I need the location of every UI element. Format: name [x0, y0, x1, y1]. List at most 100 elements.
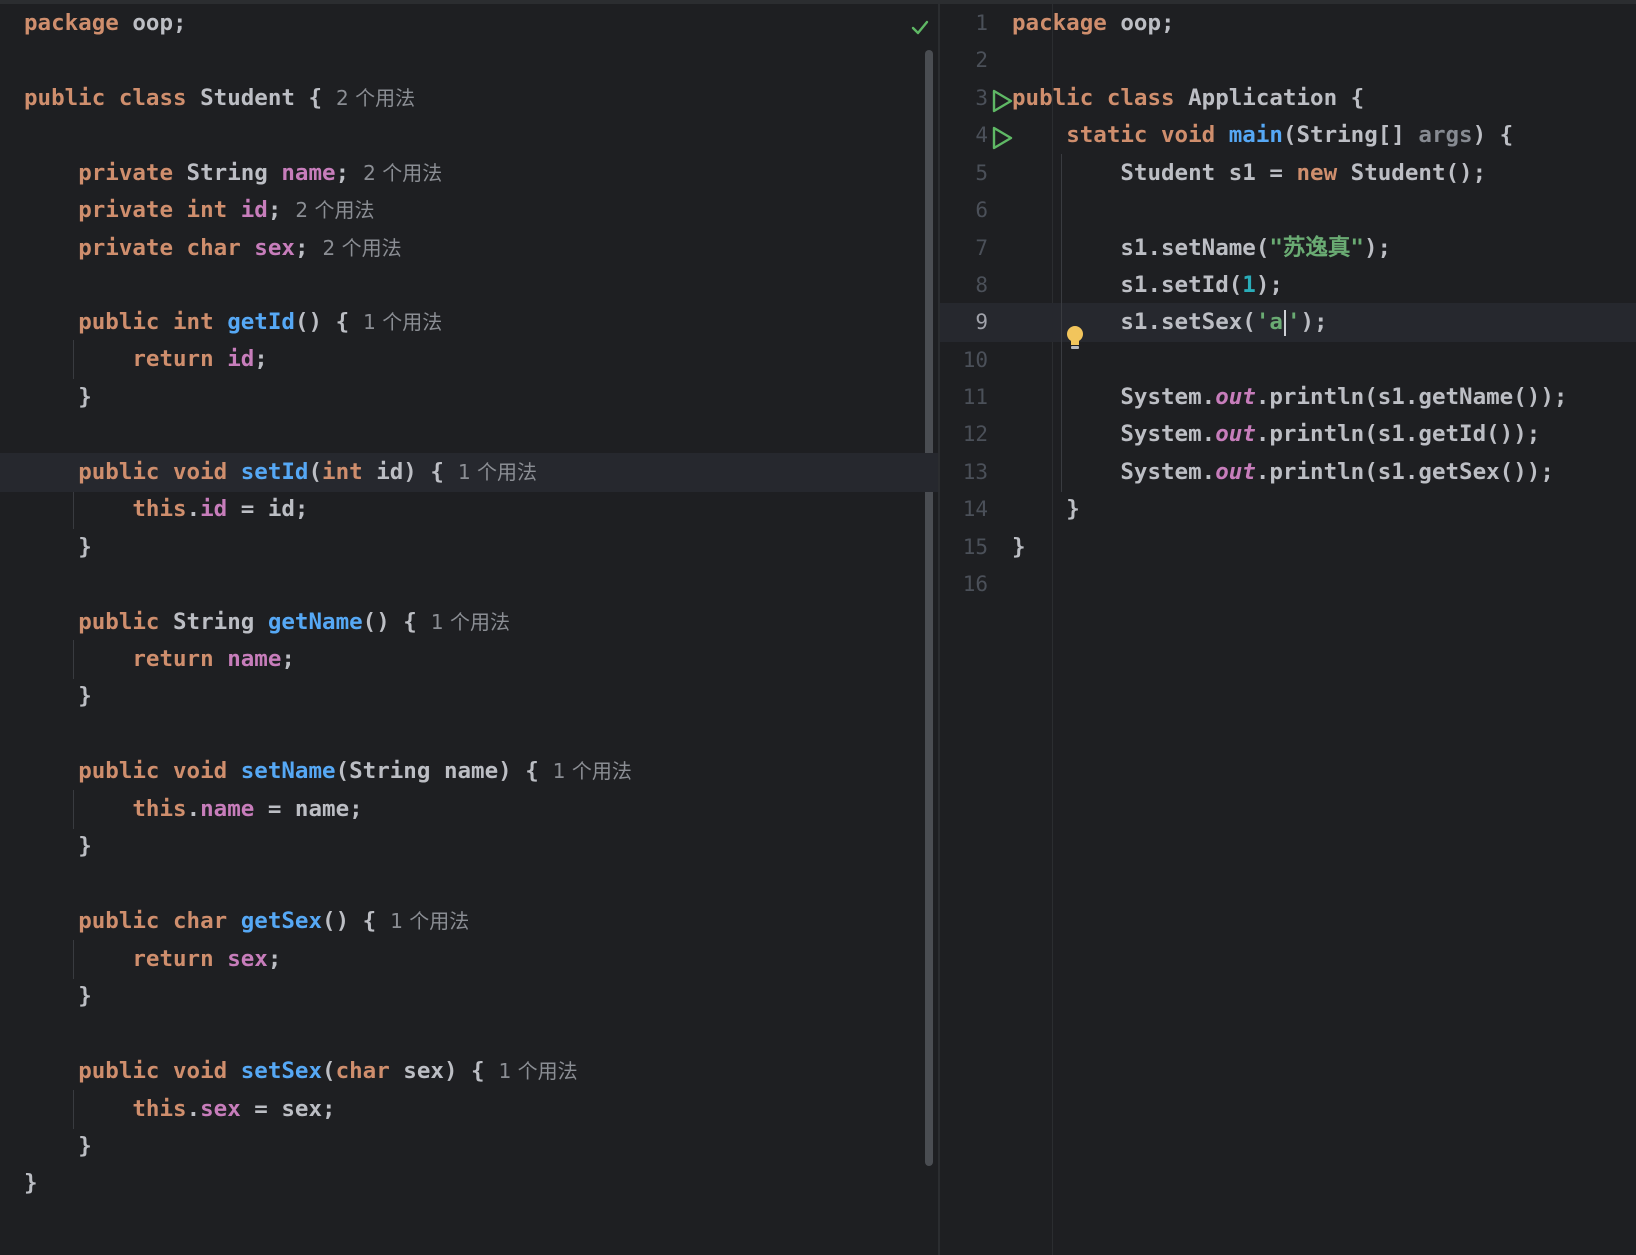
code-text: id) {	[362, 459, 444, 485]
field: name	[281, 160, 336, 186]
code-text: s1.setSex(	[1120, 309, 1256, 335]
keyword: public int	[78, 309, 214, 335]
code-line[interactable]: return sex;	[0, 940, 938, 979]
code-text: System.	[1120, 459, 1216, 485]
code-line[interactable]: return id;	[0, 340, 938, 379]
code-line-current[interactable]: public void setId(int id) {1 个用法	[0, 453, 938, 492]
code-line[interactable]: }	[940, 528, 1636, 567]
code-line[interactable]: package oop;	[940, 4, 1636, 43]
code-line[interactable]: private char sex; 2 个用法	[0, 229, 938, 268]
code-line[interactable]: this.sex = sex;	[0, 1090, 938, 1129]
code-line[interactable]: }	[940, 490, 1636, 529]
code-line[interactable]: }	[0, 528, 938, 567]
field: id	[227, 346, 255, 372]
editor-application[interactable]: 1 2 3 4 5 6 7 8 9 10 11 12 13 14 15 16 p…	[940, 4, 1636, 1255]
keyword: int	[322, 459, 363, 485]
usage-hint[interactable]: 2 个用法	[295, 198, 374, 222]
code-line[interactable]: s1.setName("苏逸真");	[940, 229, 1636, 268]
usage-hint[interactable]: 1 个用法	[458, 460, 537, 484]
usage-hint[interactable]: 1 个用法	[363, 310, 442, 334]
code-text: System.	[1120, 384, 1216, 410]
field: id	[200, 496, 228, 522]
usage-hint[interactable]: 1 个用法	[499, 1059, 578, 1083]
code-line[interactable]: public class Student {2 个用法	[0, 79, 938, 118]
code-line[interactable]: package oop;	[0, 4, 938, 43]
code-line[interactable]: public void setName(String name) {1 个用法	[0, 752, 938, 791]
code-text: Student();	[1337, 160, 1487, 186]
keyword: public char	[78, 908, 228, 934]
code-text: .println(s1.getId());	[1255, 421, 1541, 447]
keyword: static void	[1066, 122, 1216, 148]
keyword: package	[24, 10, 119, 36]
keyword: public void	[78, 758, 228, 784]
code-line[interactable]: private int id; 2 个用法	[0, 191, 938, 230]
code-line[interactable]: return name;	[0, 640, 938, 679]
brace: }	[1066, 496, 1080, 522]
field: sex	[200, 1096, 241, 1122]
code-text: ;	[267, 197, 282, 223]
brace: {	[308, 85, 323, 111]
type: String	[173, 160, 282, 186]
char-literal: 'a	[1255, 309, 1283, 335]
code-text: (	[322, 1058, 336, 1084]
usage-hint[interactable]: 2 个用法	[363, 161, 442, 185]
code-line[interactable]: System.out.println(s1.getName());	[940, 378, 1636, 417]
code-text: .	[186, 796, 201, 822]
code-text: = name;	[254, 796, 363, 822]
code-line[interactable]: }	[0, 378, 938, 417]
usage-hint[interactable]: 2 个用法	[336, 86, 415, 110]
code-line[interactable]: Student s1 = new Student();	[940, 154, 1636, 193]
code-line[interactable]: System.out.println(s1.getSex());	[940, 453, 1636, 492]
code-line[interactable]: }	[0, 827, 938, 866]
type: String	[159, 609, 268, 635]
usage-hint[interactable]: 1 个用法	[390, 909, 469, 933]
code-line[interactable]: this.name = name;	[0, 790, 938, 829]
code-line[interactable]: public class Application {	[940, 79, 1636, 118]
field: sex	[254, 235, 295, 261]
code-line[interactable]: public String getName() {1 个用法	[0, 603, 938, 642]
code-line[interactable]: System.out.println(s1.getId());	[940, 415, 1636, 454]
keyword: this	[132, 496, 187, 522]
code-text: s1.setId(	[1120, 272, 1243, 298]
usage-hint[interactable]: 1 个用法	[553, 759, 632, 783]
keyword: this	[132, 1096, 187, 1122]
keyword: return	[132, 946, 214, 972]
keyword: return	[132, 646, 214, 672]
code-text: );	[1363, 235, 1392, 261]
code-text: .println(s1.getSex());	[1255, 459, 1554, 485]
code-text: (	[308, 459, 323, 485]
code-line[interactable]: private String name; 2 个用法	[0, 154, 938, 193]
code-line[interactable]: this.id = id;	[0, 490, 938, 529]
code-line[interactable]: s1.setId(1);	[940, 266, 1636, 305]
code-text: Application {	[1174, 85, 1365, 111]
code-line[interactable]: }	[0, 977, 938, 1016]
code-text: ;	[281, 646, 295, 672]
code-line-current[interactable]: s1.setSex('a ');	[940, 303, 1636, 342]
parameter: args	[1418, 122, 1473, 148]
code-text: .println(s1.getName());	[1255, 384, 1568, 410]
keyword: public class	[1012, 85, 1175, 111]
code-line[interactable]: }	[0, 677, 938, 716]
code-line[interactable]: }	[0, 1164, 938, 1203]
keyword: char	[335, 1058, 390, 1084]
usage-hint[interactable]: 2 个用法	[322, 236, 401, 260]
brace: }	[78, 1133, 92, 1159]
code-text: ;	[294, 235, 309, 261]
method-name: setName	[240, 758, 336, 784]
method-name: setSex	[240, 1058, 323, 1084]
code-text: sex) {	[389, 1058, 485, 1084]
code-text: ;	[254, 346, 268, 372]
code-line[interactable]: public void setSex(char sex) { 1 个用法	[0, 1052, 938, 1091]
code-line[interactable]: public int getId() {1 个用法	[0, 303, 938, 342]
field: sex	[227, 946, 268, 972]
keyword: public void	[78, 1058, 228, 1084]
code-line[interactable]: public char getSex() {1 个用法	[0, 902, 938, 941]
code-text: .	[186, 496, 201, 522]
usage-hint[interactable]: 1 个用法	[431, 610, 510, 634]
code-text: ) {	[1472, 122, 1514, 148]
code-line[interactable]: static void main(String[] args) {	[940, 116, 1636, 155]
class-name: Student	[186, 85, 309, 111]
code-line[interactable]: }	[0, 1127, 938, 1166]
editor-student[interactable]: package oop; public class Student {2 个用法…	[0, 4, 938, 1255]
method-name: getSex	[240, 908, 323, 934]
